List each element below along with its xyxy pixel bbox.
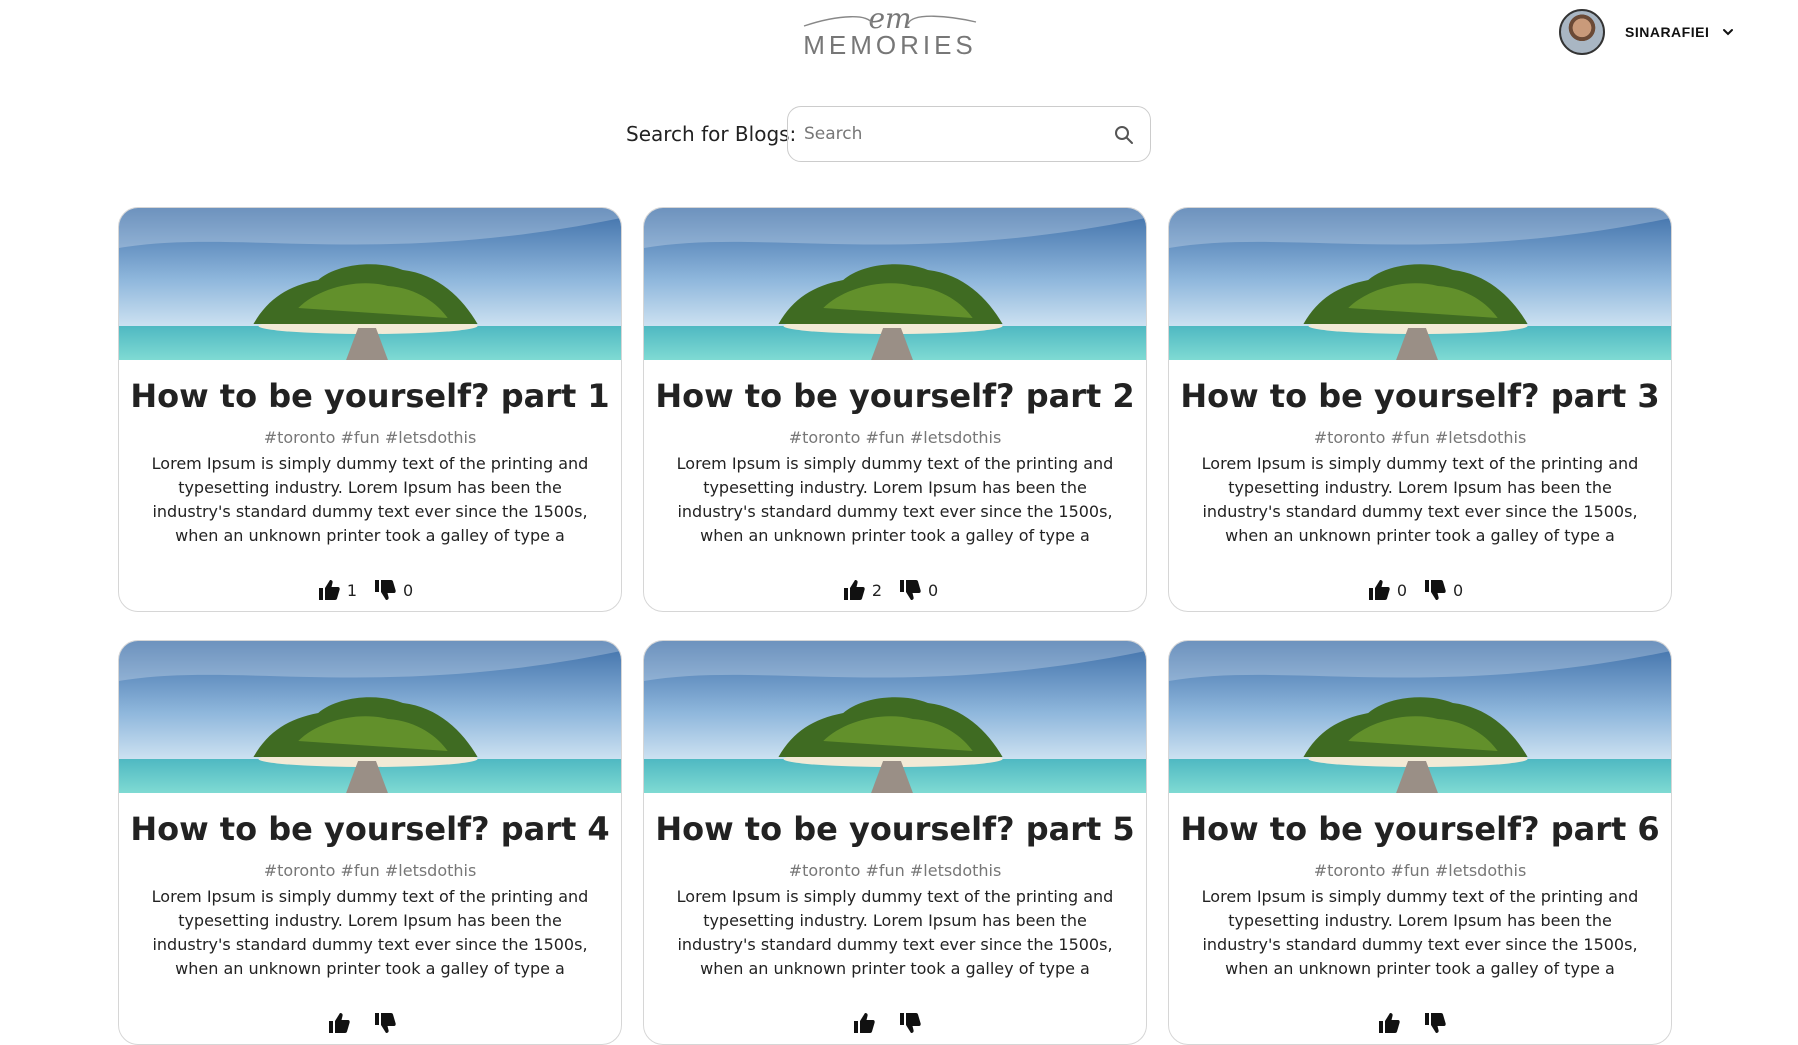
thumbs-down-icon[interactable] (898, 1011, 922, 1035)
card-tags: #toronto #fun #letsdothis (263, 428, 477, 447)
blog-card[interactable]: How to be yourself? part 4 #toronto #fun… (118, 640, 622, 1045)
thumbs-up-icon[interactable] (842, 578, 866, 602)
card-tags: #toronto #fun #letsdothis (1313, 428, 1527, 447)
search-icon[interactable] (1114, 125, 1134, 145)
logo-word: MEMORIES (803, 30, 977, 60)
card-tags: #toronto #fun #letsdothis (788, 861, 1002, 880)
vote-bar: 0 0 (1169, 578, 1671, 602)
vote-bar (644, 1011, 1146, 1035)
search-box[interactable] (787, 106, 1151, 162)
blog-grid: How to be yourself? part 1 #toronto #fun… (118, 207, 1672, 1045)
site-logo[interactable]: em MEMORIES (800, 0, 980, 60)
card-image[interactable] (644, 208, 1146, 360)
user-menu[interactable]: SINARAFIEI (1553, 0, 1798, 64)
vote-bar: 1 0 (119, 578, 621, 602)
card-title[interactable]: How to be yourself? part 4 (119, 809, 621, 849)
card-image[interactable] (1169, 641, 1671, 793)
chevron-down-icon[interactable] (1721, 25, 1735, 39)
card-image[interactable] (1169, 208, 1671, 360)
like-count: 0 (1396, 580, 1407, 600)
card-excerpt: Lorem Ipsum is simply dummy text of the … (676, 887, 1114, 978)
thumbs-down-icon[interactable] (373, 578, 397, 602)
vote-bar: 2 0 (644, 578, 1146, 602)
card-image[interactable] (119, 208, 621, 360)
blog-card[interactable]: How to be yourself? part 5 #toronto #fun… (643, 640, 1147, 1045)
dislike-count: 0 (403, 580, 414, 600)
logo-swash (803, 15, 977, 27)
card-excerpt: Lorem Ipsum is simply dummy text of the … (151, 887, 589, 978)
card-excerpt: Lorem Ipsum is simply dummy text of the … (1201, 454, 1639, 545)
card-tags: #toronto #fun #letsdothis (788, 428, 1002, 447)
card-tags: #toronto #fun #letsdothis (263, 861, 477, 880)
like-count: 2 (871, 580, 882, 600)
card-excerpt: Lorem Ipsum is simply dummy text of the … (1201, 887, 1639, 978)
thumbs-down-icon[interactable] (898, 578, 922, 602)
dislike-count: 0 (1453, 580, 1464, 600)
avatar[interactable] (1559, 9, 1605, 55)
search-section: Search for Blogs: (0, 106, 1798, 164)
username[interactable]: SINARAFIEI (1625, 24, 1709, 40)
card-title[interactable]: How to be yourself? part 5 (644, 809, 1146, 849)
blog-card[interactable]: How to be yourself? part 2 #toronto #fun… (643, 207, 1147, 612)
dislike-count: 0 (928, 580, 939, 600)
blog-card[interactable]: How to be yourself? part 3 #toronto #fun… (1168, 207, 1672, 612)
card-title[interactable]: How to be yourself? part 6 (1169, 809, 1671, 849)
thumbs-up-icon[interactable] (1377, 1011, 1401, 1035)
card-excerpt: Lorem Ipsum is simply dummy text of the … (676, 454, 1114, 545)
search-label: Search for Blogs: (626, 122, 797, 146)
card-title[interactable]: How to be yourself? part 3 (1169, 376, 1671, 416)
logo-mark: em (800, 5, 980, 33)
card-title[interactable]: How to be yourself? part 2 (644, 376, 1146, 416)
vote-bar (1169, 1011, 1671, 1035)
card-tags: #toronto #fun #letsdothis (1313, 861, 1527, 880)
thumbs-down-icon[interactable] (373, 1011, 397, 1035)
thumbs-down-icon[interactable] (1423, 578, 1447, 602)
like-count: 1 (346, 580, 357, 600)
thumbs-up-icon[interactable] (852, 1011, 876, 1035)
card-image[interactable] (644, 641, 1146, 793)
thumbs-up-icon[interactable] (317, 578, 341, 602)
vote-bar (119, 1011, 621, 1035)
blog-card[interactable]: How to be yourself? part 1 #toronto #fun… (118, 207, 622, 612)
thumbs-up-icon[interactable] (327, 1011, 351, 1035)
search-input[interactable] (802, 123, 1096, 145)
blog-card[interactable]: How to be yourself? part 6 #toronto #fun… (1168, 640, 1672, 1045)
thumbs-up-icon[interactable] (1367, 578, 1391, 602)
card-excerpt: Lorem Ipsum is simply dummy text of the … (151, 454, 589, 545)
thumbs-down-icon[interactable] (1423, 1011, 1447, 1035)
card-image[interactable] (119, 641, 621, 793)
card-title[interactable]: How to be yourself? part 1 (119, 376, 621, 416)
